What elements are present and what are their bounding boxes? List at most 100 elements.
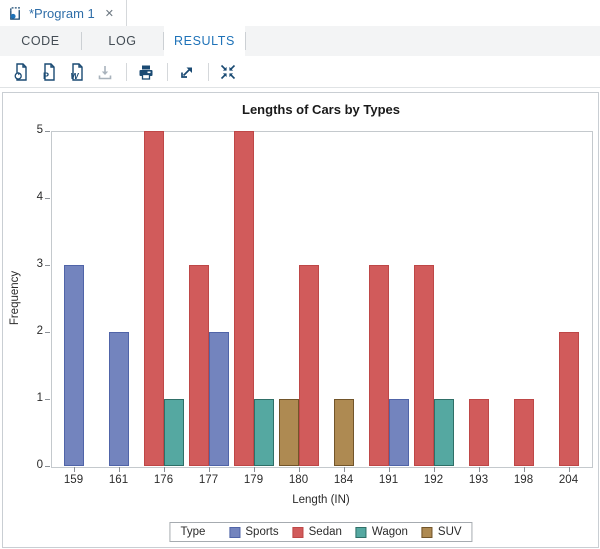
x-tick-mark	[388, 467, 390, 472]
y-tick-mark	[45, 399, 50, 400]
download-pdf-icon: P	[43, 62, 55, 81]
x-tick-label: 179	[243, 474, 264, 486]
bar-sedan	[143, 131, 164, 466]
legend-item-sedan: Sedan	[292, 526, 342, 538]
y-tick-label: 2	[36, 325, 43, 337]
download-word-icon: W	[71, 62, 83, 81]
bar-wagon	[163, 399, 184, 466]
legend-label: SUV	[437, 526, 462, 538]
legend-swatch	[229, 526, 241, 538]
y-tick-mark	[45, 198, 50, 199]
tab-separator	[245, 32, 246, 50]
bar-sedan	[413, 265, 434, 466]
legend-item-sports: Sports	[229, 526, 279, 538]
x-tick-mark	[568, 467, 570, 472]
x-tick-mark	[73, 467, 75, 472]
legend-item-wagon: Wagon	[355, 526, 408, 538]
x-tick-label: 177	[198, 474, 219, 486]
x-tick-label: 198	[513, 474, 534, 486]
svg-text:P: P	[43, 71, 49, 81]
legend-title: Type	[180, 526, 206, 538]
exit-maximize-button[interactable]	[215, 60, 241, 84]
x-tick-mark	[253, 467, 255, 472]
open-new-tab-button[interactable]	[174, 60, 200, 84]
download-html-icon	[14, 62, 27, 81]
x-tick-label: 191	[378, 474, 399, 486]
tab-log[interactable]: LOG	[82, 26, 163, 56]
y-tick-mark	[45, 466, 50, 467]
y-tick-mark	[45, 265, 50, 266]
x-tick-mark	[523, 467, 525, 472]
download-icon	[98, 65, 112, 79]
y-tick-label: 3	[36, 258, 43, 270]
bar-sedan	[558, 332, 579, 466]
tab-program-1[interactable]: *Program 1 ✕	[0, 0, 127, 26]
toolbar-separator	[126, 62, 127, 81]
legend: Type Sports Sedan Wagon SUV	[169, 522, 473, 542]
y-tick-label: 5	[36, 124, 43, 136]
x-tick-label: 204	[558, 474, 579, 486]
y-tick-mark	[45, 332, 50, 333]
x-tick-label: 159	[63, 474, 84, 486]
y-tick-mark	[45, 131, 50, 132]
sas-studio-window: *Program 1 ✕ CODE LOG RESULTS P W Length…	[0, 0, 600, 549]
x-tick-label: 184	[333, 474, 354, 486]
program-icon	[10, 6, 20, 20]
y-tick-label: 1	[36, 392, 43, 404]
x-axis-title: Length (IN)	[292, 494, 350, 506]
download-word-button[interactable]: W	[64, 60, 90, 84]
bar-sedan	[368, 265, 389, 466]
tab-code[interactable]: CODE	[0, 26, 81, 56]
bar-sedan	[233, 131, 254, 466]
tab-title: *Program 1	[29, 5, 95, 21]
legend-label: Wagon	[371, 526, 408, 538]
editor-tab-bar: *Program 1 ✕	[0, 0, 600, 27]
exit-maximize-icon	[220, 64, 236, 79]
open-new-tab-icon	[181, 67, 192, 78]
bar-sedan	[188, 265, 209, 466]
legend-label: Sports	[245, 526, 279, 538]
close-tab-icon[interactable]: ✕	[105, 7, 114, 20]
bar-sports	[108, 332, 129, 466]
download-pdf-button[interactable]: P	[36, 60, 62, 84]
x-tick-label: 176	[153, 474, 174, 486]
download-button[interactable]	[92, 60, 118, 84]
tab-results[interactable]: RESULTS	[164, 26, 245, 56]
x-tick-label: 192	[423, 474, 444, 486]
legend-swatch	[421, 526, 433, 538]
x-tick-mark	[433, 467, 435, 472]
y-axis-title: Frequency	[9, 270, 21, 326]
bar-sedan	[513, 399, 534, 466]
y-tick-label: 0	[36, 459, 43, 471]
bar-wagon	[253, 399, 274, 466]
x-tick-label: 193	[468, 474, 489, 486]
x-tick-label: 161	[108, 474, 129, 486]
legend-swatch	[355, 526, 367, 538]
print-button[interactable]	[133, 60, 159, 84]
x-tick-mark	[478, 467, 480, 472]
legend-item-suv: SUV	[421, 526, 462, 538]
bar-sedan	[468, 399, 489, 466]
legend-label: Sedan	[308, 526, 342, 538]
x-tick-label: 180	[288, 474, 309, 486]
bar-suv	[278, 399, 299, 466]
plot-area	[51, 131, 593, 468]
x-tick-mark	[298, 467, 300, 472]
bar-sports	[208, 332, 229, 466]
results-graph: Lengths of Cars by Types Frequency Lengt…	[2, 92, 599, 548]
svg-text:W: W	[71, 71, 80, 81]
y-tick-label: 4	[36, 191, 43, 203]
results-tab-strip: CODE LOG RESULTS	[0, 26, 600, 57]
download-html-button[interactable]	[8, 60, 34, 84]
x-tick-mark	[343, 467, 345, 472]
legend-swatch	[292, 526, 304, 538]
bar-sedan	[298, 265, 319, 466]
x-tick-mark	[208, 467, 210, 472]
results-toolbar: P W	[0, 56, 600, 88]
bar-sports	[388, 399, 409, 466]
print-icon	[139, 65, 153, 80]
bar-suv	[333, 399, 354, 466]
toolbar-separator	[208, 62, 209, 81]
toolbar-separator	[167, 62, 168, 81]
x-tick-mark	[118, 467, 120, 472]
